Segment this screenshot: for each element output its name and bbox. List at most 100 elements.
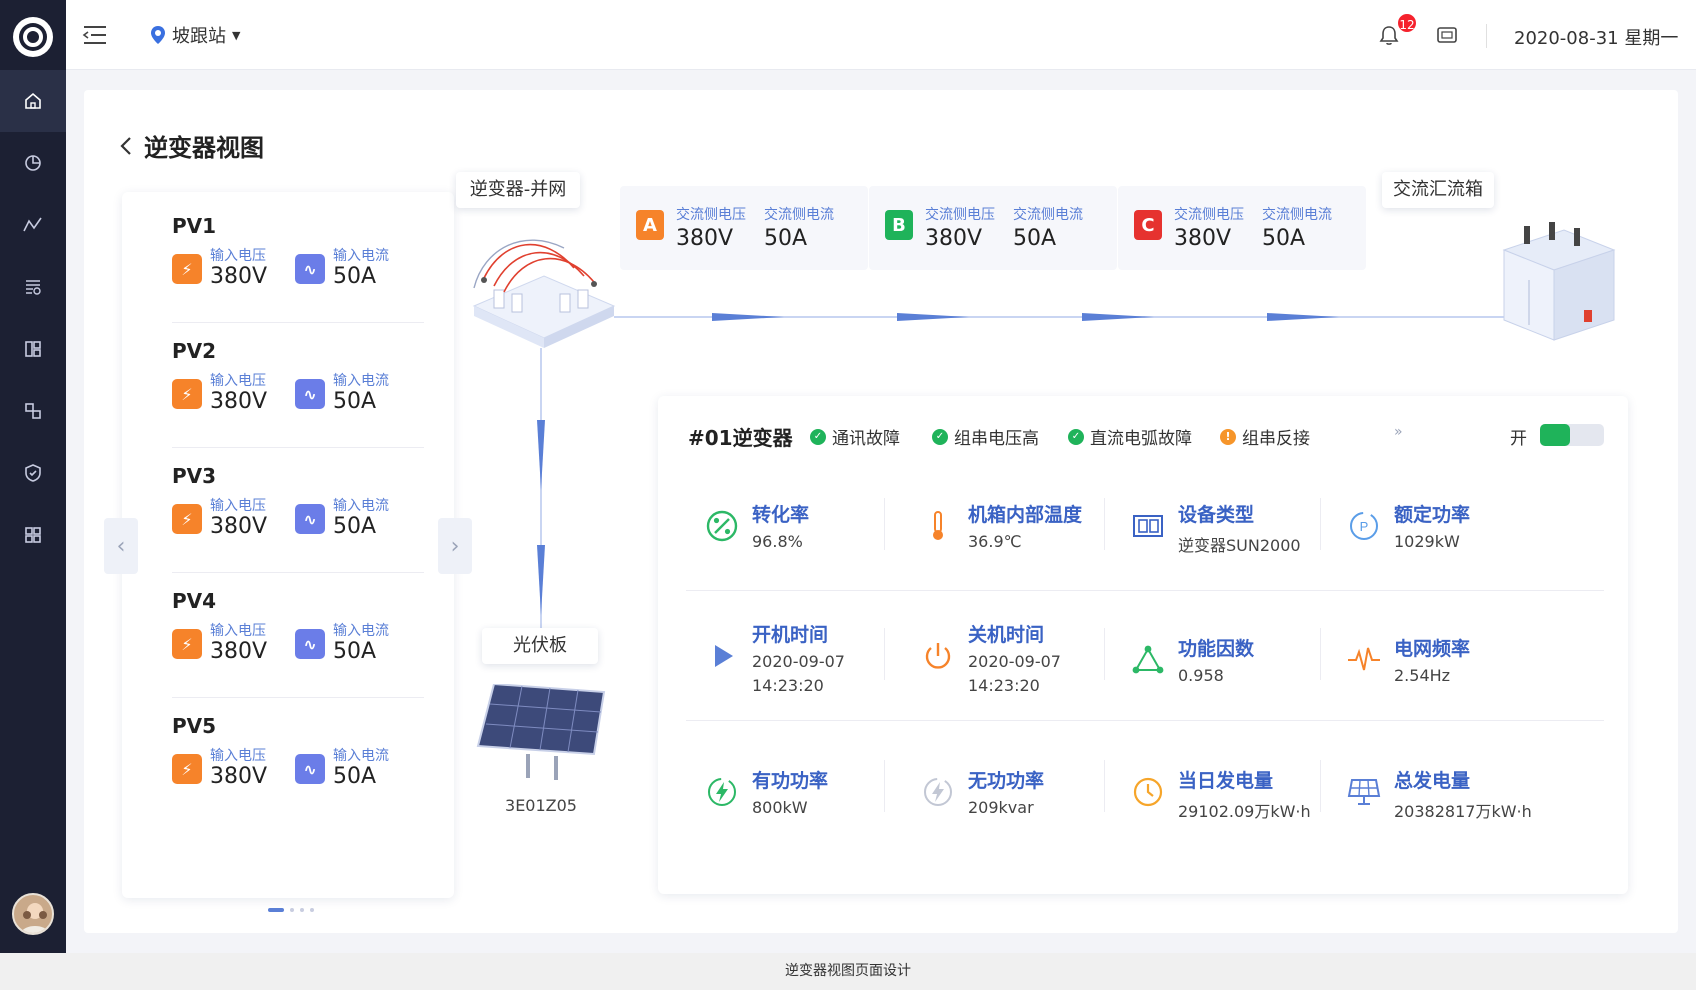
metric-title: 开机时间 [752, 620, 828, 647]
nav-statistics[interactable] [0, 132, 66, 194]
solar-panel-icon [1344, 772, 1384, 812]
metric-value: 96.8% [752, 532, 803, 551]
nav-reports[interactable] [0, 256, 66, 318]
inverter-info-panel: #01逆变器 ✓通讯故障✓组串电压高✓直流电弧故障!组串反接 » 开 转化率 9… [658, 396, 1628, 894]
location-pin-icon [150, 25, 166, 45]
metric-title: 关机时间 [968, 620, 1044, 647]
column-divider [884, 628, 885, 680]
metric-value: 0.958 [1178, 666, 1224, 685]
metric-value: 1029kW [1394, 532, 1460, 551]
status-indicator: !组串反接 [1220, 424, 1310, 449]
app-logo[interactable] [13, 17, 53, 57]
metric-title: 有功功率 [752, 766, 828, 793]
metric-title: 额定功率 [1394, 500, 1470, 527]
shield-check-icon [23, 463, 43, 483]
status-indicator: ✓ 直流电弧故障 [1068, 424, 1192, 449]
phase-current-label: 交流侧电流 [1013, 204, 1083, 224]
metric-value: 29102.09万kW·h [1178, 798, 1311, 822]
combiner-label: 交流汇流箱 [1382, 172, 1494, 208]
solar-panel-label: 光伏板 [482, 628, 598, 664]
svg-text:P: P [1360, 519, 1369, 534]
metric-value: 800kW [752, 798, 808, 817]
metric-value: 2020-09-07 [752, 652, 845, 671]
power-icon [918, 636, 958, 676]
metric-title: 转化率 [752, 500, 809, 527]
status-label: 组串反接 [1242, 424, 1310, 449]
phase-badge: A [636, 210, 664, 240]
nav-home[interactable] [0, 70, 66, 132]
phase-card: C 交流侧电压380V 交流侧电流50A [1118, 186, 1366, 270]
nav-connect[interactable] [0, 380, 66, 442]
nav-apps[interactable] [0, 504, 66, 566]
check-circle-icon: ✓ [810, 429, 826, 445]
reactive-power-icon [918, 772, 958, 812]
main-card: 逆变器视图 PV1 ⚡ 输入电压380V ∿ 输入电流50A PV2 ⚡ 输入电… [84, 90, 1678, 933]
layout-icon [23, 339, 43, 359]
user-avatar[interactable] [12, 893, 54, 935]
metric-cell: 功能因数 0.958 [1128, 634, 1328, 724]
metric-cell: 设备类型 逆变器SUN2000 [1128, 500, 1328, 590]
fullscreen-icon[interactable] [1436, 26, 1458, 48]
phase-current: 50A [1013, 226, 1083, 251]
column-divider [1320, 760, 1321, 812]
status-label: 组串电压高 [954, 424, 1039, 449]
phase-card: B 交流侧电压380V 交流侧电流50A [869, 186, 1117, 270]
nav-security[interactable] [0, 442, 66, 504]
metric-cell: 有功功率 800kW [702, 766, 902, 856]
column-divider [884, 498, 885, 550]
phase-current-label: 交流侧电流 [1262, 204, 1332, 224]
inverter-label: 逆变器-并网 [456, 172, 580, 208]
home-icon [23, 91, 43, 111]
phase-voltage: 380V [676, 226, 746, 251]
metric-cell: 电网频率 2.54Hz [1344, 634, 1544, 724]
metric-cell: P 额定功率 1029kW [1344, 500, 1544, 590]
current-date: 2020-08-31 星期一 [1514, 24, 1678, 50]
station-selector[interactable]: 坡跟站 ▼ [150, 22, 240, 48]
combiner-box-illustration [1494, 220, 1624, 354]
menu-toggle-icon[interactable] [82, 24, 108, 50]
metric-cell: 无功功率 209kvar [918, 766, 1118, 856]
metric-title: 电网频率 [1394, 634, 1470, 661]
metric-cell: 当日发电量 29102.09万kW·h [1128, 766, 1328, 856]
phase-current: 50A [764, 226, 834, 251]
clock-icon [1128, 772, 1168, 812]
more-status-button[interactable]: » [1394, 424, 1403, 440]
metric-value-time: 14:23:20 [968, 676, 1040, 695]
phase-current: 50A [1262, 226, 1332, 251]
check-circle-icon: ✓ [932, 429, 948, 445]
pie-chart-icon [23, 153, 43, 173]
pulse-icon [1344, 640, 1384, 680]
nav-layout[interactable] [0, 318, 66, 380]
station-name: 坡跟站 [172, 22, 226, 48]
apps-icon [23, 525, 43, 545]
phase-voltage: 380V [1174, 226, 1244, 251]
inverter-name: #01逆变器 [688, 422, 793, 451]
column-divider [1320, 628, 1321, 680]
phase-card: A 交流侧电压380V 交流侧电流50A [620, 186, 868, 270]
phase-current-label: 交流侧电流 [764, 204, 834, 224]
nav-trend[interactable] [0, 194, 66, 256]
active-power-icon [702, 772, 742, 812]
percent-icon [702, 506, 742, 546]
sidebar [0, 0, 66, 953]
phase-badge: C [1134, 210, 1162, 240]
phase-voltage-label: 交流侧电压 [676, 204, 746, 224]
phase-voltage-label: 交流侧电压 [925, 204, 995, 224]
list-search-icon [23, 277, 43, 297]
power-toggle[interactable] [1540, 424, 1604, 446]
status-indicator: ✓ 组串电压高 [932, 424, 1039, 449]
metric-value: 2.54Hz [1394, 666, 1450, 685]
metric-cell: 转化率 96.8% [702, 500, 902, 590]
row-divider [686, 590, 1604, 591]
check-circle-icon: ✓ [1068, 429, 1084, 445]
column-divider [1104, 628, 1105, 680]
connect-icon [23, 401, 43, 421]
thermometer-icon [918, 506, 958, 546]
metric-value: 20382817万kW·h [1394, 798, 1532, 822]
metric-title: 功能因数 [1178, 634, 1254, 661]
column-divider [1104, 760, 1105, 812]
header-divider [1486, 24, 1487, 48]
column-divider [884, 760, 885, 812]
status-label: 直流电弧故障 [1090, 424, 1192, 449]
metric-title: 机箱内部温度 [968, 500, 1082, 527]
